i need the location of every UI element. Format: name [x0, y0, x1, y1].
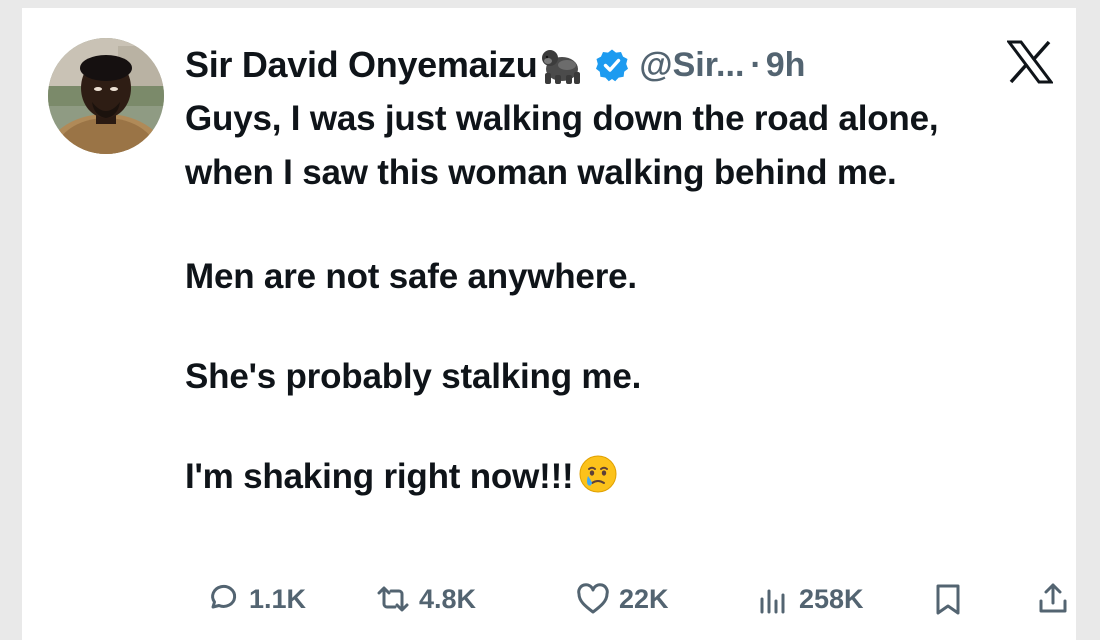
tweet-header: Sir David Onyemaizu @Sir... · 9h	[185, 40, 805, 90]
tweet-card[interactable]: Sir David Onyemaizu @Sir... · 9h Guys, I…	[22, 8, 1076, 640]
avatar-photo	[48, 38, 164, 154]
verified-badge-icon	[595, 48, 629, 82]
tweet-paragraph-4-wrap: I'm shaking right now!!!	[185, 450, 1025, 504]
tweet-paragraph-2: Men are not safe anywhere.	[185, 257, 637, 296]
tweet-body: Guys, I was just walking down the road a…	[185, 92, 1025, 504]
views-count: 258K	[799, 583, 864, 614]
reply-icon	[211, 584, 237, 609]
timestamp[interactable]: 9h	[766, 46, 806, 85]
heart-icon	[577, 583, 609, 614]
retweet-button[interactable]: 4.8K	[375, 574, 476, 624]
like-button[interactable]: 22K	[575, 574, 669, 624]
bookmark-button[interactable]	[930, 574, 966, 624]
share-icon	[1039, 583, 1067, 613]
retweet-count: 4.8K	[419, 583, 477, 614]
screenshot-frame: Sir David Onyemaizu @Sir... · 9h Guys, I…	[0, 0, 1100, 640]
tweet-paragraph-4: I'm shaking right now!!!	[185, 457, 574, 496]
like-count: 22K	[619, 583, 669, 614]
retweet-icon	[377, 586, 409, 612]
reply-button[interactable]: 1.1K	[205, 574, 306, 624]
reply-count: 1.1K	[249, 583, 307, 614]
views-button[interactable]: 258K	[755, 574, 864, 624]
separator-dot: ·	[750, 45, 762, 84]
author-handle[interactable]: @Sir...	[639, 46, 744, 85]
tweet-actions: 1.1K 4.8K 22K 258K	[185, 574, 1067, 624]
views-icon	[760, 589, 785, 614]
tweet-paragraph-3: She's probably stalking me.	[185, 357, 642, 396]
gorilla-icon	[539, 45, 585, 85]
share-button[interactable]	[1035, 574, 1071, 624]
face-holding-back-tears-icon	[578, 454, 618, 494]
tweet-paragraph-1: Guys, I was just walking down the road a…	[185, 99, 939, 192]
bookmark-icon	[936, 584, 960, 615]
avatar[interactable]	[48, 38, 164, 154]
x-logo-icon[interactable]	[1006, 40, 1054, 84]
author-name[interactable]: Sir David Onyemaizu	[185, 44, 538, 86]
